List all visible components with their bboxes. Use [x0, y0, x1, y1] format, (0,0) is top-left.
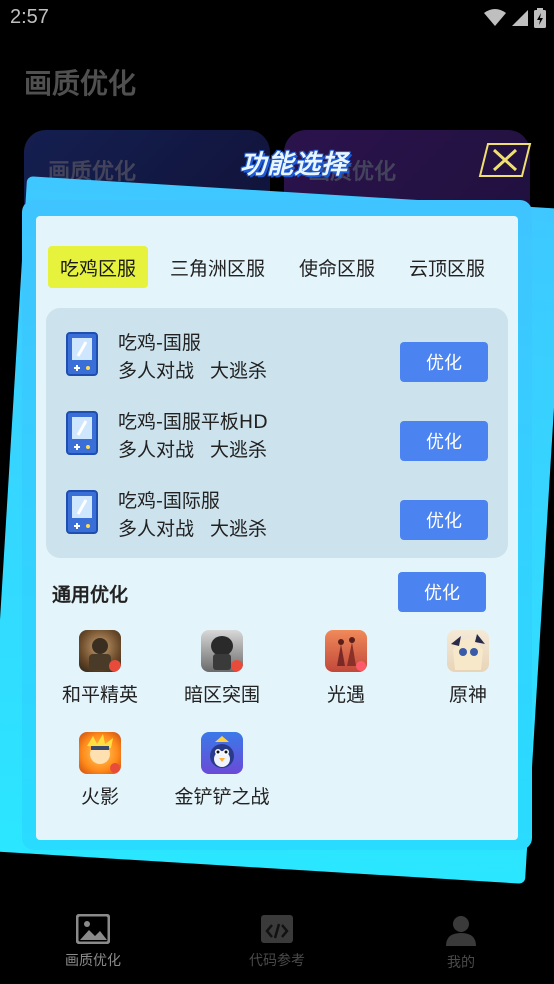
gamepad-icon	[66, 411, 98, 455]
general-optimize-title: 通用优化	[52, 584, 129, 606]
region-tabs: 吃鸡区服 三角洲区服 使命区服 云顶区服	[48, 246, 507, 288]
app-label: 金铲铲之战	[174, 786, 270, 808]
tab-delta-region[interactable]: 三角洲区服	[158, 246, 277, 288]
list-item: 吃鸡-国服 多人对战 大逃杀 优化	[46, 316, 508, 386]
image-icon	[75, 913, 111, 945]
game-tag: 大逃杀	[210, 360, 268, 382]
arena-breakout-icon	[201, 630, 243, 672]
close-button[interactable]	[478, 142, 532, 178]
tab-pubg-region[interactable]: 吃鸡区服	[48, 246, 149, 288]
app-label: 光遇	[326, 684, 365, 706]
person-icon	[446, 916, 476, 946]
list-item: 吃鸡-国服平板HD 多人对战 大逃杀 优化	[46, 395, 508, 465]
game-tags: 多人对战 大逃杀	[118, 356, 267, 383]
game-tags: 多人对战 大逃杀	[118, 435, 267, 462]
app-item[interactable]: 暗区突围	[162, 630, 282, 707]
nav-label: 代码参考	[249, 953, 305, 969]
genshin-icon	[447, 630, 489, 672]
tab-tft-region[interactable]: 云顶区服	[397, 246, 497, 288]
app-label: 火影	[80, 786, 119, 808]
tab-cod-region[interactable]: 使命区服	[287, 246, 387, 288]
optimize-button[interactable]: 优化	[400, 500, 488, 540]
gamepad-icon	[66, 332, 98, 376]
naruto-icon	[79, 732, 121, 774]
game-name: 吃鸡-国服平板HD	[118, 411, 268, 433]
nav-item-code[interactable]: 代码参考	[222, 914, 332, 970]
nav-item-mine[interactable]: 我的	[406, 914, 516, 972]
app-label: 原神	[448, 684, 487, 706]
list-item: 吃鸡-国际服 多人对战 大逃杀 优化	[46, 474, 508, 544]
game-tag: 多人对战	[118, 518, 195, 540]
game-list: 吃鸡-国服 多人对战 大逃杀 优化 吃鸡-国服平板HD 多人对战 大逃杀 优化 吃鸡…	[46, 308, 508, 558]
nav-item-quality[interactable]: 画质优化	[38, 913, 148, 970]
general-optimize-button[interactable]: 优化	[398, 572, 486, 612]
game-tags: 多人对战 大逃杀	[118, 514, 267, 541]
game-name: 吃鸡-国服	[118, 332, 201, 354]
bottom-nav: 画质优化 代码参考 我的	[0, 900, 554, 984]
golden-spatula-icon	[201, 732, 243, 774]
gamepad-icon	[66, 490, 98, 534]
app-item[interactable]: 火影	[40, 732, 160, 809]
nav-label: 我的	[447, 955, 475, 971]
app-label: 暗区突围	[183, 684, 260, 706]
close-icon	[478, 143, 532, 177]
code-icon	[261, 915, 293, 943]
game-tag: 大逃杀	[210, 518, 268, 540]
optimize-button[interactable]: 优化	[400, 342, 488, 382]
game-tag: 大逃杀	[210, 439, 268, 461]
app-item[interactable]: 和平精英	[40, 630, 160, 707]
app-item[interactable]: 光遇	[286, 630, 406, 707]
modal-title: 功能选择	[240, 150, 349, 180]
nav-label: 画质优化	[65, 953, 121, 969]
app-item[interactable]: 原神	[408, 630, 528, 707]
app-label: 和平精英	[61, 684, 138, 706]
game-tag: 多人对战	[118, 439, 195, 461]
optimize-button[interactable]: 优化	[400, 421, 488, 461]
game-name: 吃鸡-国际服	[118, 490, 220, 512]
sky-icon	[325, 630, 367, 672]
game-tag: 多人对战	[118, 360, 195, 382]
app-item[interactable]: 金铲铲之战	[162, 732, 282, 809]
peace-elite-icon	[79, 630, 121, 672]
